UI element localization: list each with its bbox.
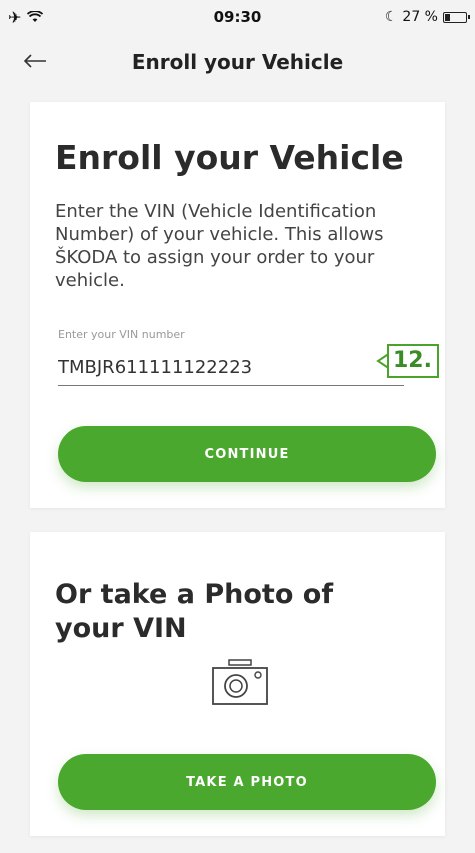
vin-input[interactable] (58, 352, 404, 386)
enroll-description: Enter the VIN (Vehicle Identification Nu… (55, 201, 384, 291)
nav-title: Enroll your Vehicle (131, 50, 344, 74)
airplane-icon: ✈ (8, 7, 22, 27)
wifi-icon (27, 8, 44, 27)
battery-icon (443, 11, 470, 23)
vin-field-label: Enter your VIN number (58, 328, 185, 341)
status-bar: ✈ 09:30 ☾ 27 % (0, 0, 475, 34)
back-arrow-icon[interactable] (18, 46, 52, 76)
moon-icon: ☾ (384, 9, 398, 25)
status-right: ☾ 27 % (384, 9, 470, 25)
step-badge: 12. (387, 344, 439, 378)
camera-icon[interactable] (210, 658, 270, 708)
photo-title: Or take a Photo of your VIN (55, 579, 334, 644)
photo-card: Or take a Photo of your VIN TAKE A PHOTO (30, 532, 445, 836)
enroll-title: Enroll your Vehicle (55, 138, 404, 177)
nav-bar: Enroll your Vehicle (0, 34, 475, 90)
status-left: ✈ (8, 7, 44, 27)
battery-level (445, 13, 450, 21)
enroll-card: Enroll your Vehicle Enter the VIN (Vehic… (30, 102, 445, 508)
take-photo-button[interactable]: TAKE A PHOTO (58, 754, 436, 810)
continue-button[interactable]: CONTINUE (58, 426, 436, 482)
battery-percent: 27 % (402, 9, 438, 25)
